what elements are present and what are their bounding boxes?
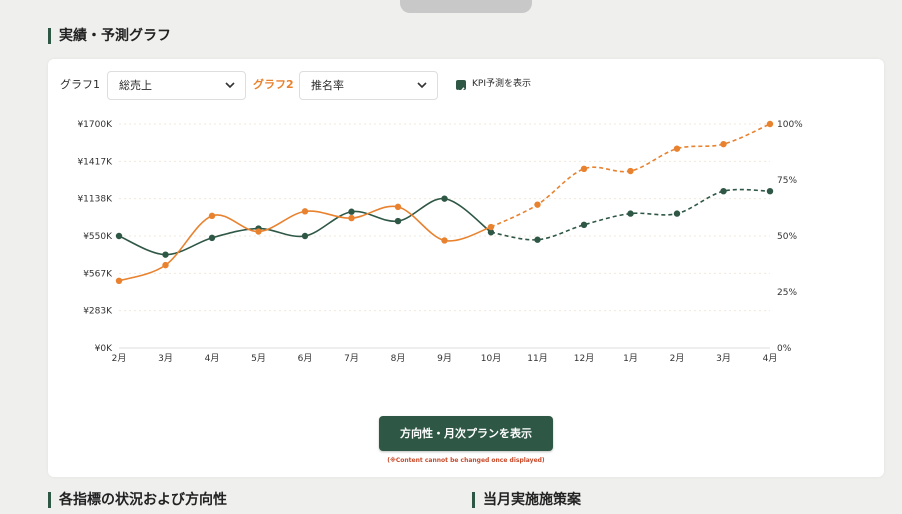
series-2-point	[580, 165, 588, 172]
top-tab-handle[interactable]	[400, 0, 532, 13]
x-tick-label: 4月	[763, 353, 778, 364]
y-left-tick-label: ¥1417K	[77, 157, 113, 167]
y-right-tick-label: 75%	[777, 176, 797, 186]
measures-section-title: 当月実施施策案	[472, 492, 581, 508]
x-tick-label: 6月	[298, 353, 313, 364]
y-right-tick-label: 25%	[777, 288, 797, 298]
series-1-actual-line	[118, 197, 492, 256]
y-left-tick-label: ¥1138K	[77, 195, 113, 205]
performance-forecast-chart: ¥1700K ¥1417K ¥1138K ¥550K ¥567K ¥283K ¥0K 100%…	[77, 120, 803, 364]
x-tick-label: 2月	[112, 353, 127, 364]
series-1-point	[208, 234, 216, 242]
y-right-tick-label: 0%	[777, 344, 792, 354]
series-2-point	[487, 223, 495, 231]
series-2-point	[534, 201, 541, 208]
graph-section-title: 実績・予測グラフ	[48, 28, 171, 44]
x-tick-label: 11月	[527, 353, 547, 364]
x-tick-label: 3月	[716, 353, 731, 364]
series-2-actual-line	[118, 205, 492, 282]
x-tick-label: 7月	[344, 353, 359, 364]
series-2-point	[766, 120, 774, 128]
series-1-point	[534, 236, 541, 243]
series-1-point	[301, 232, 309, 240]
series-1-point	[348, 208, 355, 215]
y-left-tick-label: ¥1700K	[77, 120, 113, 130]
series-1-point	[627, 210, 634, 217]
x-tick-label: 2月	[670, 353, 685, 364]
series-2-point	[115, 277, 123, 284]
series-2-point	[348, 214, 355, 222]
series-2-point	[627, 167, 634, 175]
x-tick-label: 8月	[391, 353, 406, 364]
series-2-point	[208, 212, 216, 220]
y-right-tick-label: 50%	[777, 232, 797, 242]
series-2-point	[441, 237, 448, 244]
series-1-point	[673, 210, 681, 217]
series-1-point	[580, 221, 588, 228]
series-1-point	[162, 251, 169, 258]
y-left-tick-label: ¥550K	[83, 232, 113, 242]
series-1-point	[115, 232, 123, 240]
series-1-point	[394, 217, 402, 225]
plan-note: (※Content cannot be changed once display…	[387, 457, 545, 464]
series-2-point	[255, 228, 262, 235]
x-tick-label: 4月	[205, 353, 220, 364]
series-1-point	[766, 188, 774, 195]
x-tick-label: 12月	[574, 353, 594, 364]
y-left-tick-label: ¥567K	[83, 269, 113, 279]
status-section-title: 各指標の状況および方向性	[48, 492, 227, 508]
series-2-point	[394, 203, 402, 211]
series-1-point	[720, 188, 727, 195]
y-left-tick-label: ¥283K	[83, 307, 113, 317]
y-right-tick-label: 100%	[777, 120, 803, 130]
x-tick-label: 9月	[437, 353, 452, 364]
series-2-point	[673, 145, 681, 152]
chart-card: グラフ1 総売上 グラフ2 推名率 KPI予測を表示 ¥1700K ¥1417K ¥…	[48, 59, 884, 477]
x-tick-label: 3月	[158, 353, 173, 364]
y-left-tick-label: ¥0K	[95, 344, 113, 354]
x-tick-label: 5月	[251, 353, 266, 364]
series-2-point	[720, 140, 727, 148]
series-1-point	[441, 195, 448, 202]
series-2-point	[162, 261, 169, 269]
x-tick-label: 10月	[481, 353, 501, 364]
show-plan-button[interactable]: 方向性・月次プランを表示	[379, 416, 553, 451]
series-2-point	[301, 208, 309, 215]
x-tick-label: 1月	[623, 353, 638, 364]
